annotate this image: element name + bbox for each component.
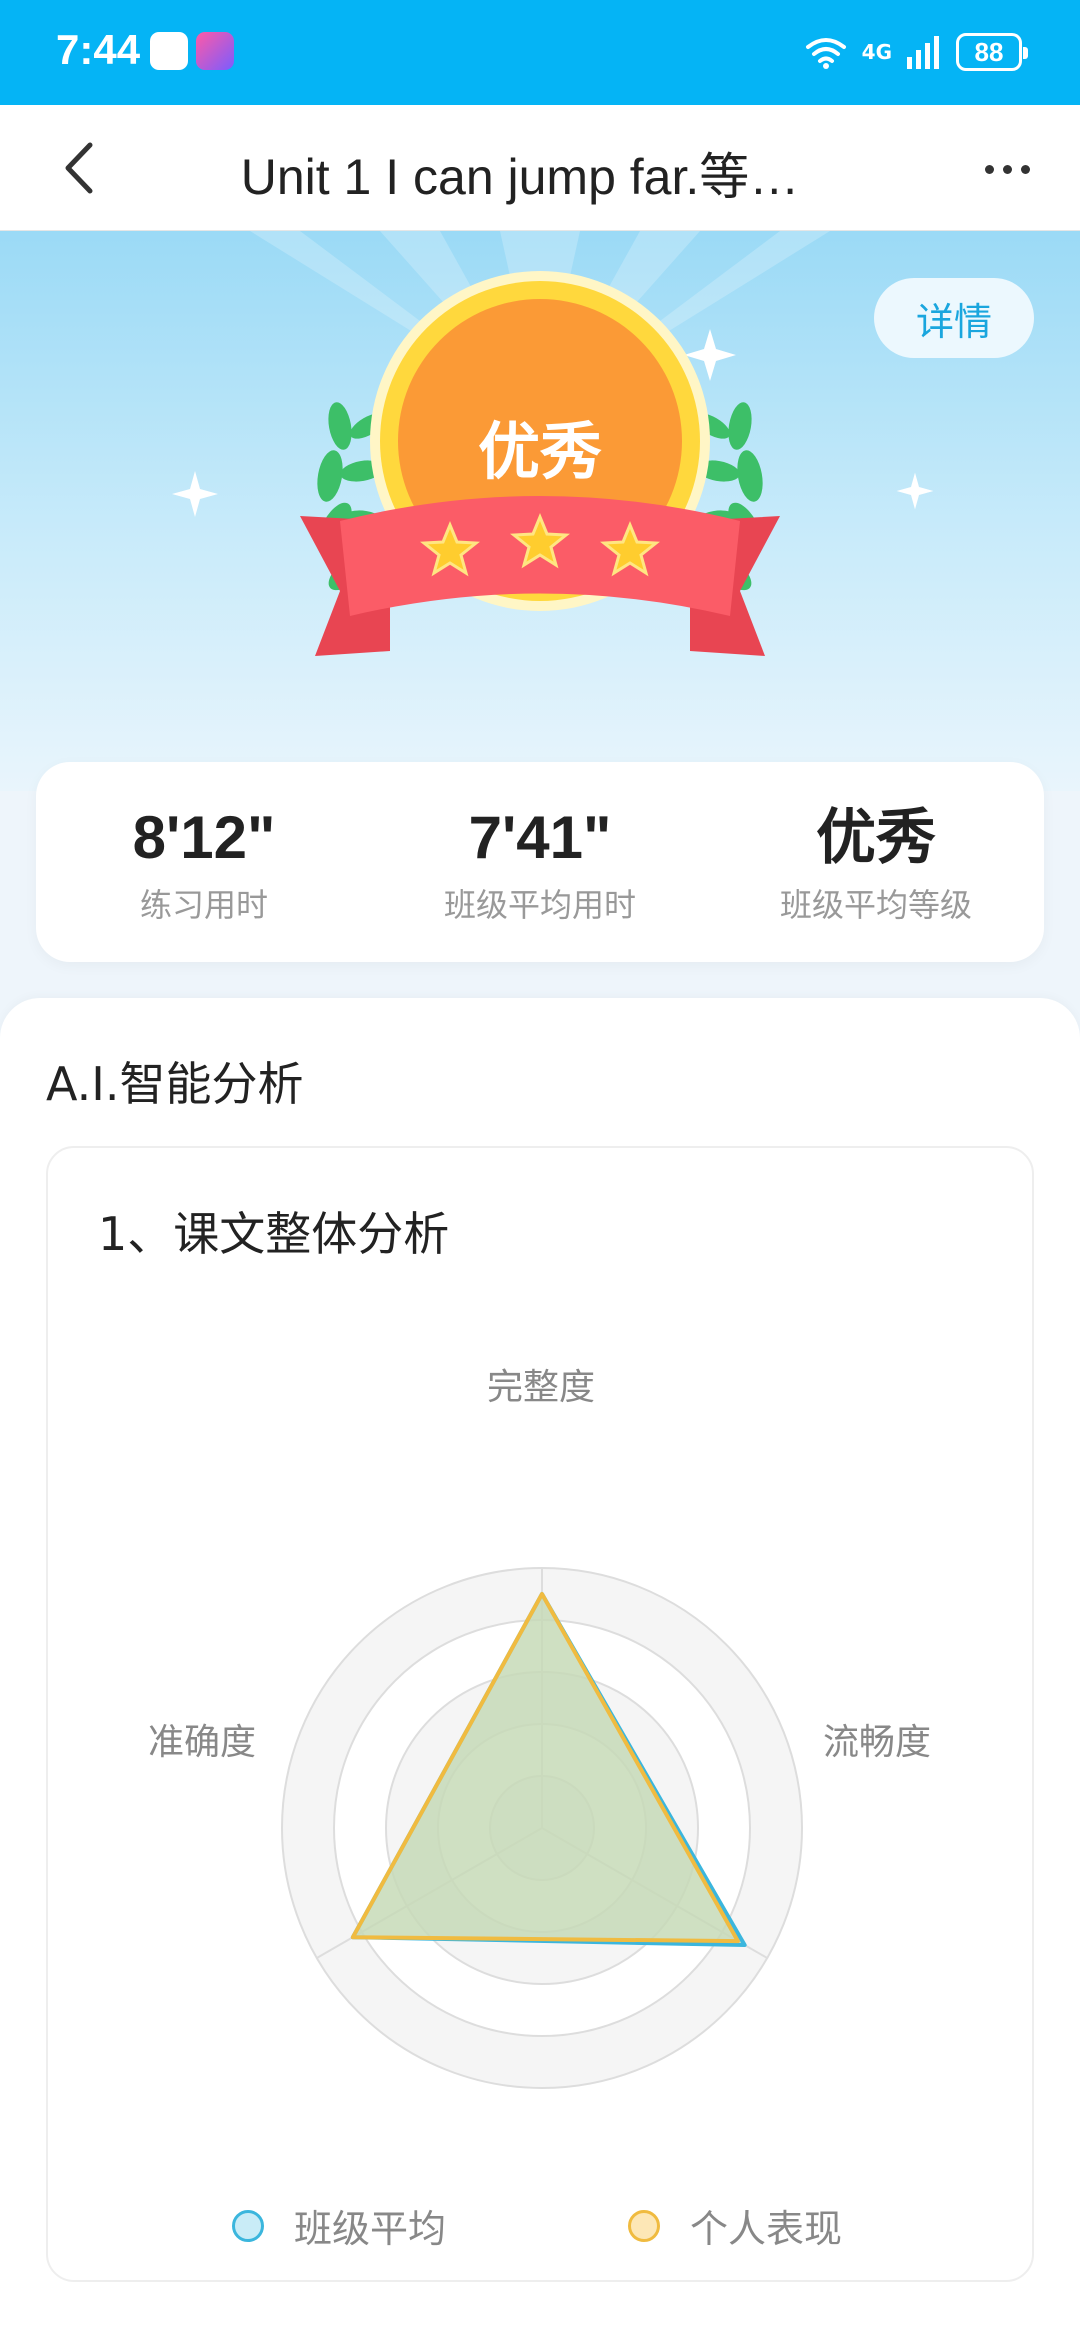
stat-class-average-grade: 优秀 班级平均等级 [708,762,1044,962]
stat-value: 8'12" [132,804,276,871]
sparkle-icon [172,471,218,517]
stats-card: 8'12" 练习用时 7'41" 班级平均用时 优秀 班级平均等级 [36,762,1044,962]
battery-icon: 88 [956,33,1028,71]
result-hero: 详情 优秀 [0,231,1080,791]
status-bar: 7:44 4G 88 [0,0,1080,105]
more-dot [984,164,994,174]
legend-label: 班级平均 [294,2207,447,2251]
back-button[interactable] [50,135,116,201]
analysis-card: 1、课文整体分析 完整度 流畅度 准确度 班级平均 个人表现 [46,1146,1034,2282]
legend-item: 班级平均 [232,2198,446,2253]
analysis-panel: A.I.智能分析 1、课文整体分析 完整度 流畅度 准确度 班级平均 个人表现 [0,998,1080,2340]
network-type: 4G [861,40,892,64]
app-notification-icon [150,32,188,70]
signal-icon [907,36,939,69]
legend-item: 个人表现 [628,2198,842,2253]
more-dot [1002,164,1012,174]
status-indicators: 4G 88 [804,28,1028,76]
radar-axis-label: 流畅度 [823,1722,932,1763]
details-button[interactable]: 详情 [874,278,1034,358]
sparkle-icon [896,472,934,510]
chevron-left-icon [65,142,93,194]
app-notification-icon [196,32,234,70]
more-dot [1020,164,1030,174]
stat-value: 7'41" [468,804,612,871]
stat-label: 练习用时 [139,886,268,924]
wifi-icon [805,38,846,69]
more-button[interactable] [974,139,1040,199]
grade-label: 优秀 [477,415,602,488]
legend-swatch [232,2209,264,2242]
stat-value: 优秀 [816,804,936,871]
stat-label: 班级平均等级 [779,886,972,924]
nav-bar: Unit 1 I can jump far.等… [0,105,1080,231]
stat-label: 班级平均用时 [443,886,636,924]
status-time: 7:44 [56,26,141,73]
stat-practice-time: 8'12" 练习用时 [36,762,372,962]
grade-badge [300,271,780,656]
legend-label: 个人表现 [690,2207,843,2251]
legend-swatch [628,2209,660,2242]
stat-class-average-time: 7'41" 班级平均用时 [372,762,708,962]
battery-level: 88 [974,36,1004,67]
radar-axis-label: 准确度 [148,1722,257,1763]
radar-axis-label: 完整度 [487,1367,596,1408]
section-title: A.I.智能分析 [46,1057,304,1111]
page-title: Unit 1 I can jump far.等… [240,149,800,205]
